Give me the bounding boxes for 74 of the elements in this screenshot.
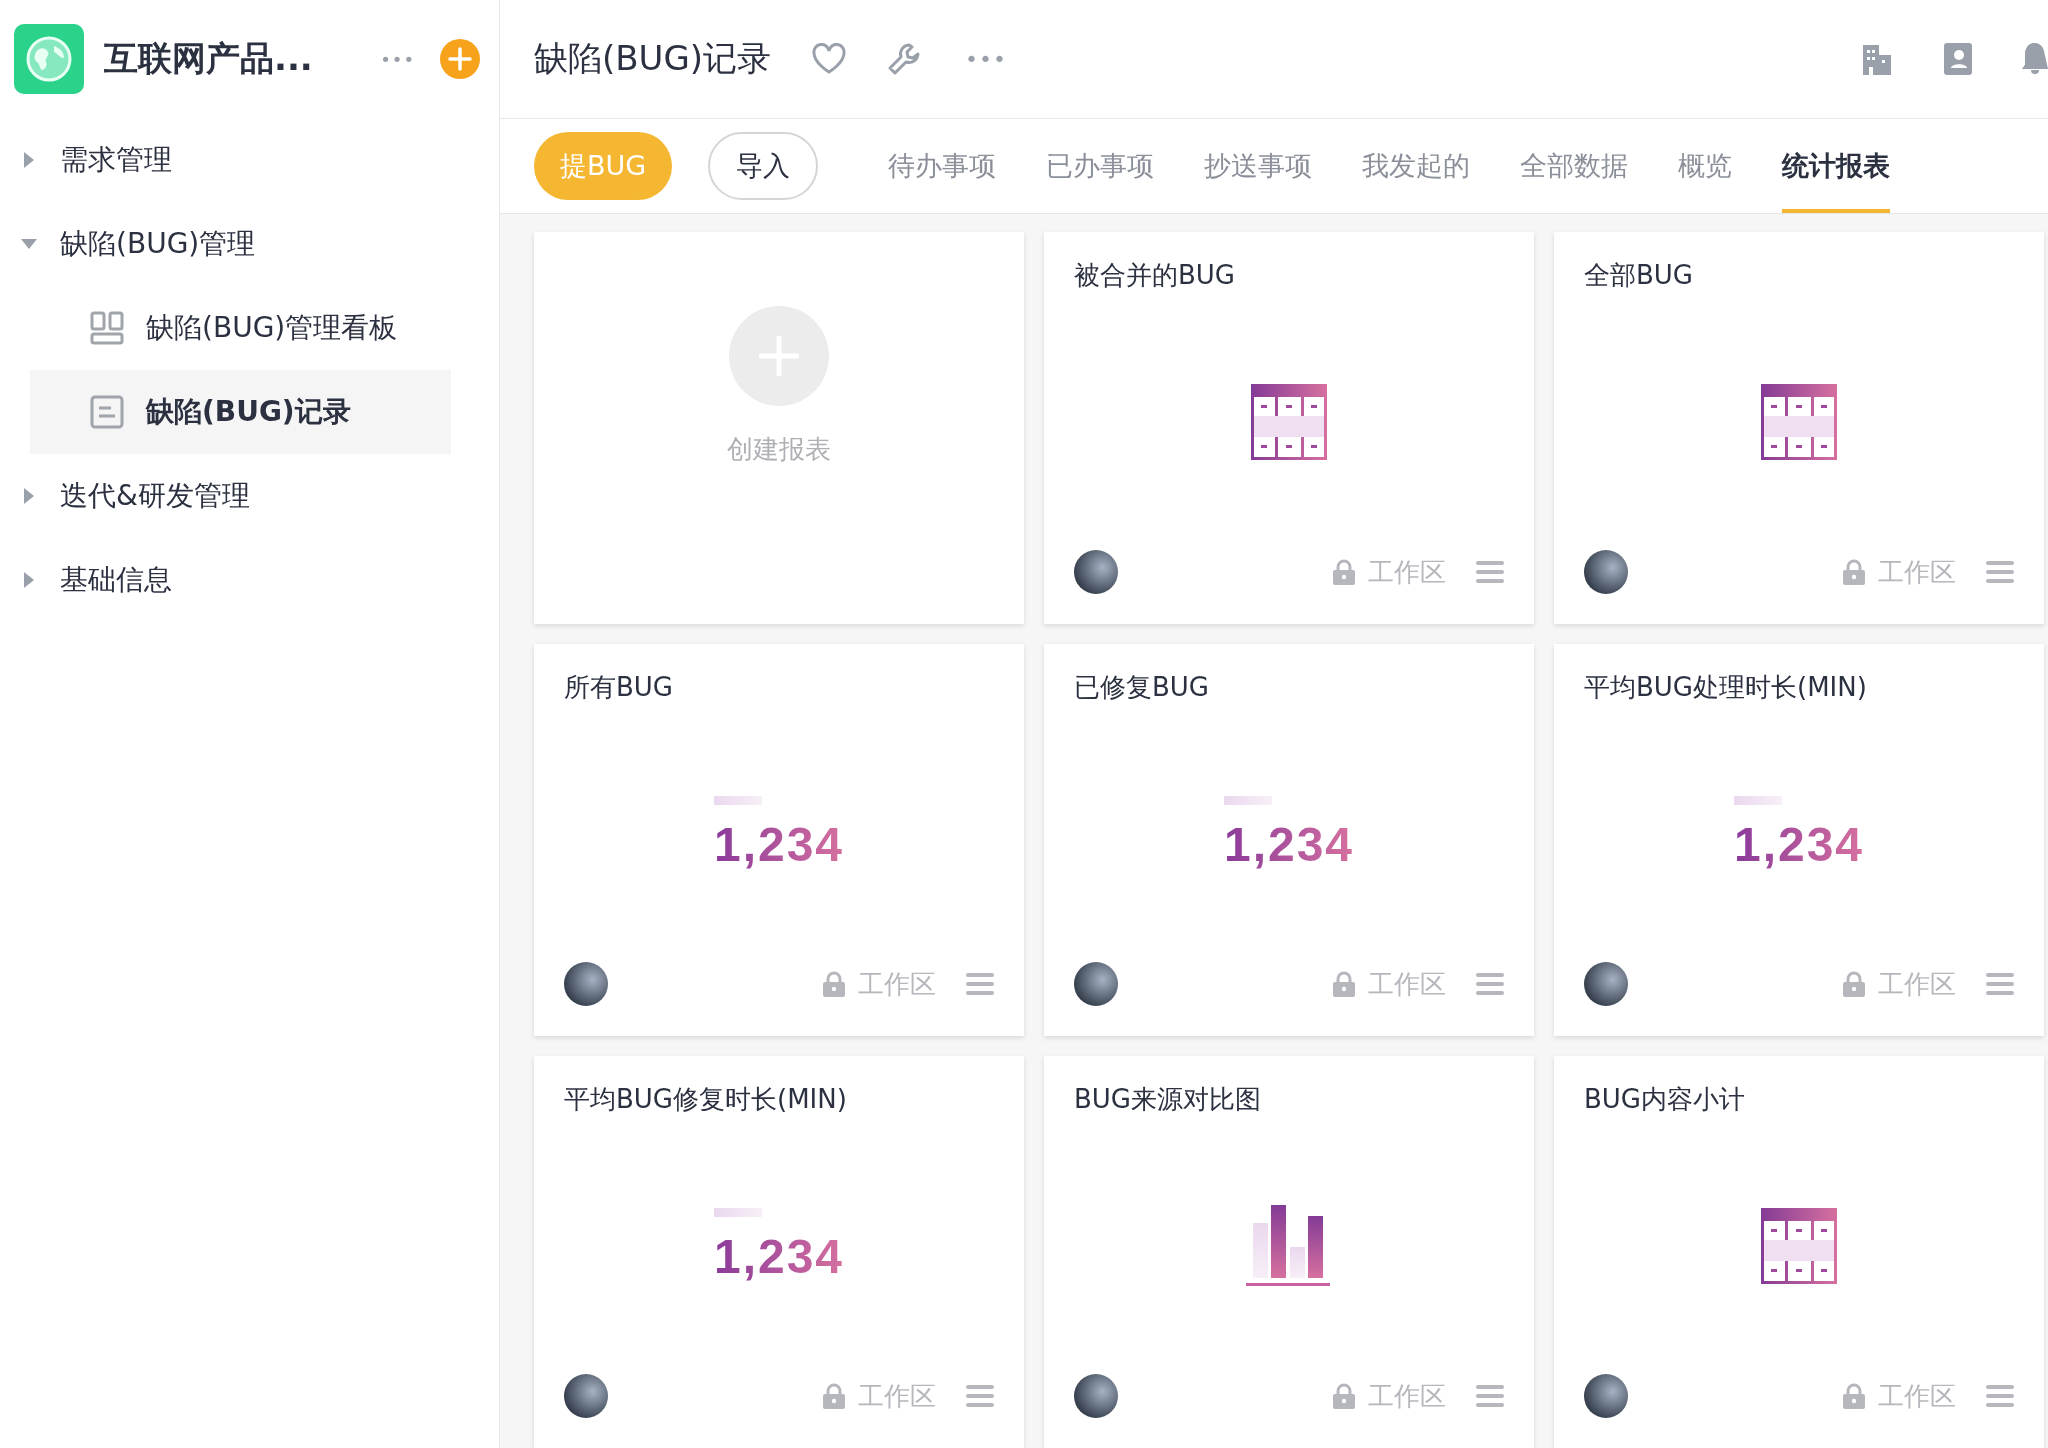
report-title: 平均BUG修复时长(MIN) — [564, 1083, 847, 1116]
page-title: 缺陷(BUG)记录 — [534, 37, 772, 80]
scope-label: 工作区 — [858, 1379, 936, 1413]
lock-icon — [820, 1382, 848, 1410]
sidebar-item[interactable]: 缺陷(BUG)管理 — [0, 202, 499, 286]
avatar — [1584, 550, 1628, 594]
avatar — [1584, 1374, 1628, 1418]
sidebar-item[interactable]: 缺陷(BUG)记录 — [30, 370, 451, 454]
avatar — [1074, 550, 1118, 594]
avatar — [564, 1374, 608, 1418]
menu-icon[interactable] — [1476, 972, 1504, 996]
report-title: 所有BUG — [564, 671, 673, 704]
scope-label: 工作区 — [1878, 967, 1956, 1001]
table-icon — [1760, 1206, 1838, 1285]
menu-icon[interactable] — [1986, 972, 2014, 996]
sidebar-item[interactable]: 迭代&研发管理 — [0, 454, 499, 538]
lock-icon — [1330, 970, 1358, 998]
sidebar-item[interactable]: 基础信息 — [0, 538, 499, 622]
table-icon — [1250, 382, 1328, 461]
accent-bar — [1223, 795, 1272, 805]
report-card[interactable]: 被合并的BUG 工作区 — [1044, 232, 1534, 624]
scope-label: 工作区 — [1878, 1379, 1956, 1413]
report-card[interactable]: BUG来源对比图 工作区 — [1044, 1056, 1534, 1448]
menu-icon[interactable] — [1476, 560, 1504, 584]
report-title: 被合并的BUG — [1074, 259, 1235, 292]
report-title: 全部BUG — [1584, 259, 1693, 292]
report-card[interactable]: 所有BUG 1,234 工作区 — [534, 644, 1024, 1036]
accent-bar — [713, 1207, 762, 1217]
report-title: BUG来源对比图 — [1074, 1083, 1261, 1116]
menu-icon[interactable] — [966, 972, 994, 996]
scope-label: 工作区 — [1368, 1379, 1446, 1413]
avatar — [564, 962, 608, 1006]
report-card[interactable]: 已修复BUG 1,234 工作区 — [1044, 644, 1534, 1036]
menu-icon[interactable] — [1986, 560, 2014, 584]
report-card[interactable]: 全部BUG 工作区 — [1554, 232, 2044, 624]
report-card[interactable]: 平均BUG修复时长(MIN) 1,234 工作区 — [534, 1056, 1024, 1448]
create-report-label: 创建报表 — [727, 432, 831, 466]
scope-label: 工作区 — [1878, 555, 1956, 589]
tab[interactable]: 统计报表 — [1782, 119, 1891, 213]
accent-bar — [1733, 795, 1782, 805]
contact-card-icon[interactable] — [1942, 41, 1974, 77]
menu-icon[interactable] — [1986, 1384, 2014, 1408]
lock-icon — [820, 970, 848, 998]
lock-icon — [1840, 970, 1868, 998]
report-title: BUG内容小计 — [1584, 1083, 1745, 1116]
bar-chart-icon — [1246, 1204, 1332, 1287]
heart-icon[interactable] — [811, 43, 848, 75]
report-card[interactable]: BUG内容小计 工作区 — [1554, 1056, 2044, 1448]
scope-label: 工作区 — [1368, 967, 1446, 1001]
table-icon — [1760, 382, 1838, 461]
scope-label: 工作区 — [1368, 555, 1446, 589]
accent-bar — [713, 795, 762, 805]
avatar — [1584, 962, 1628, 1006]
sidebar-item[interactable]: 缺陷(BUG)管理看板 — [30, 286, 451, 370]
scope-label: 工作区 — [858, 967, 936, 1001]
app-name: 互联网产品... — [104, 37, 314, 80]
lock-icon — [1330, 1382, 1358, 1410]
menu-icon[interactable] — [966, 1384, 994, 1408]
avatar — [1074, 1374, 1118, 1418]
add-icon[interactable] — [439, 38, 481, 80]
menu-icon[interactable] — [1476, 1384, 1504, 1408]
globe-app-icon[interactable] — [14, 24, 84, 94]
report-title: 已修复BUG — [1074, 671, 1209, 704]
wrench-icon[interactable] — [887, 42, 922, 76]
board-icon — [90, 311, 124, 345]
import-button[interactable]: 导入 — [708, 132, 819, 200]
lock-icon — [1840, 1382, 1868, 1410]
lock-icon — [1330, 558, 1358, 586]
avatar — [1074, 962, 1118, 1006]
report-card[interactable]: 平均BUG处理时长(MIN) 1,234 工作区 — [1554, 644, 2044, 1036]
report-title: 平均BUG处理时长(MIN) — [1584, 671, 1867, 704]
sidebar-item[interactable]: 需求管理 — [0, 118, 499, 202]
lock-icon — [1840, 558, 1868, 586]
form-icon — [90, 395, 124, 429]
